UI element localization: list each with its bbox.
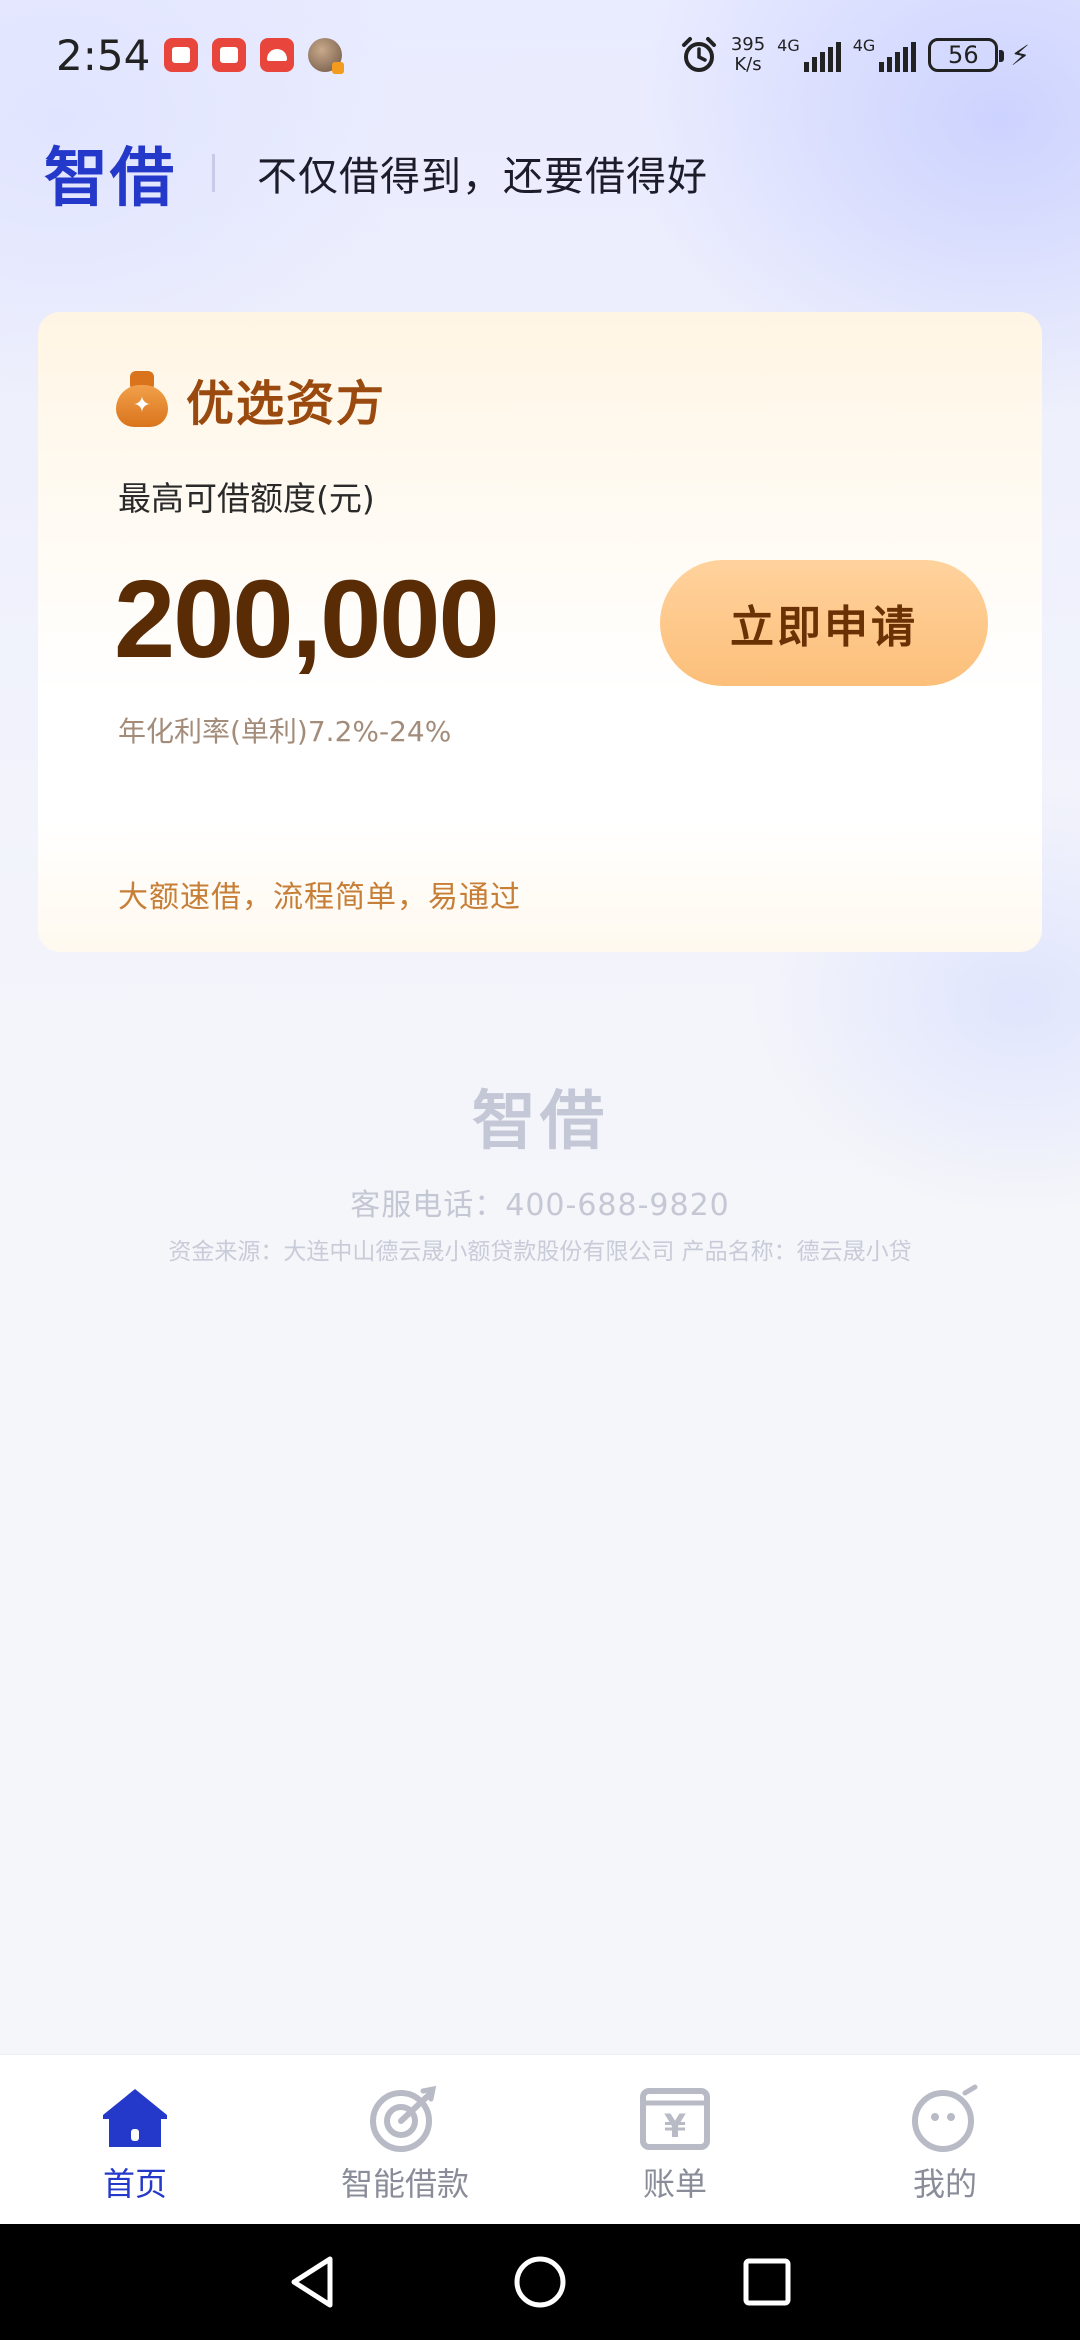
svg-text:¥: ¥ <box>664 2107 686 2145</box>
home-icon <box>103 2089 167 2147</box>
fund-source-text: 资金来源：大连中山德云晟小额贷款股份有限公司 产品名称：德云晟小贷 <box>168 1239 912 1265</box>
nav-label-bills: 账单 <box>642 2165 707 2203</box>
signal-1: 4G <box>777 38 841 72</box>
recents-button[interactable] <box>737 2252 797 2312</box>
interest-rate-text: 年化利率(单利)7.2%-24% <box>118 715 452 748</box>
charging-bolt-icon: ⚡ <box>1010 38 1030 72</box>
back-triangle-icon <box>291 2256 333 2308</box>
signal-bars-icon <box>803 42 841 72</box>
network-type-label: 4G <box>777 36 800 55</box>
app-slogan: 不仅借得到，还要借得好 <box>257 154 708 200</box>
book-app-notification-icon <box>164 38 199 72</box>
battery-level: 56 <box>948 41 979 69</box>
network-speed: 395 K/s <box>731 35 765 75</box>
nav-item-smart-loan[interactable]: 智能借款 <box>270 2055 540 2224</box>
home-system-button[interactable] <box>510 2252 570 2312</box>
loan-offer-card[interactable]: ✦ 优选资方 最高可借额度(元) 200,000 立即申请 年化利率(单利)7.… <box>38 312 1042 952</box>
card-title: 优选资方 <box>186 376 387 432</box>
footer-logo: 智借 <box>472 1085 608 1159</box>
bill-icon: ¥ <box>640 2088 710 2150</box>
apply-now-button[interactable]: 立即申请 <box>660 560 988 686</box>
card-footer-text: 大额速借，流程简单，易通过 <box>118 880 521 915</box>
status-time: 2:54 <box>56 30 151 80</box>
profile-icon <box>912 2084 978 2152</box>
contact-avatar-notification-icon <box>308 38 345 74</box>
target-icon <box>370 2085 437 2152</box>
signal-2: 4G <box>853 38 917 72</box>
app-header: 智借 不仅借得到，还要借得好 <box>44 138 708 216</box>
status-bar: 2:54 395 K/s 4G 4G 56 ⚡ <box>0 0 1080 110</box>
system-nav-bar <box>0 2224 1080 2340</box>
status-right: 395 K/s 4G 4G 56 ⚡ <box>679 35 1030 75</box>
nav-item-home[interactable]: 首页 <box>0 2055 270 2224</box>
bottom-nav: 首页 智能借款 ¥ 账单 我的 <box>0 2054 1080 2224</box>
app-logo: 智借 <box>44 142 176 216</box>
network-type-label: 4G <box>852 36 876 55</box>
customer-service-phone: 客服电话：400-688-9820 <box>350 1188 730 1223</box>
brand-footer: 智借 客服电话：400-688-9820 资金来源：大连中山德云晟小额贷款股份有… <box>0 1070 1080 1266</box>
header-divider <box>212 154 215 192</box>
network-speed-unit: K/s <box>734 54 762 75</box>
card-title-row: ✦ 优选资方 <box>116 364 386 434</box>
alarm-icon <box>681 37 716 72</box>
nav-label-profile: 我的 <box>912 2165 977 2203</box>
book-app-notification-icon <box>212 38 247 72</box>
network-speed-value: 395 <box>730 34 766 55</box>
back-button[interactable] <box>283 2252 343 2312</box>
nav-label-home: 首页 <box>102 2165 167 2203</box>
battery-icon: 56 <box>928 38 1005 72</box>
signal-bars-icon <box>879 42 917 72</box>
nav-item-bills[interactable]: ¥ 账单 <box>540 2055 810 2224</box>
nav-label-smart-loan: 智能借款 <box>340 2165 469 2203</box>
huawei-notification-icon <box>260 38 295 72</box>
nav-item-profile[interactable]: 我的 <box>810 2055 1080 2224</box>
status-left: 2:54 <box>56 30 345 80</box>
credit-limit-label: 最高可借额度(元) <box>118 479 375 518</box>
money-bag-icon: ✦ <box>116 371 168 427</box>
home-circle-icon <box>514 2256 566 2308</box>
credit-limit-amount: 200,000 <box>114 558 500 681</box>
recents-square-icon <box>743 2258 791 2306</box>
